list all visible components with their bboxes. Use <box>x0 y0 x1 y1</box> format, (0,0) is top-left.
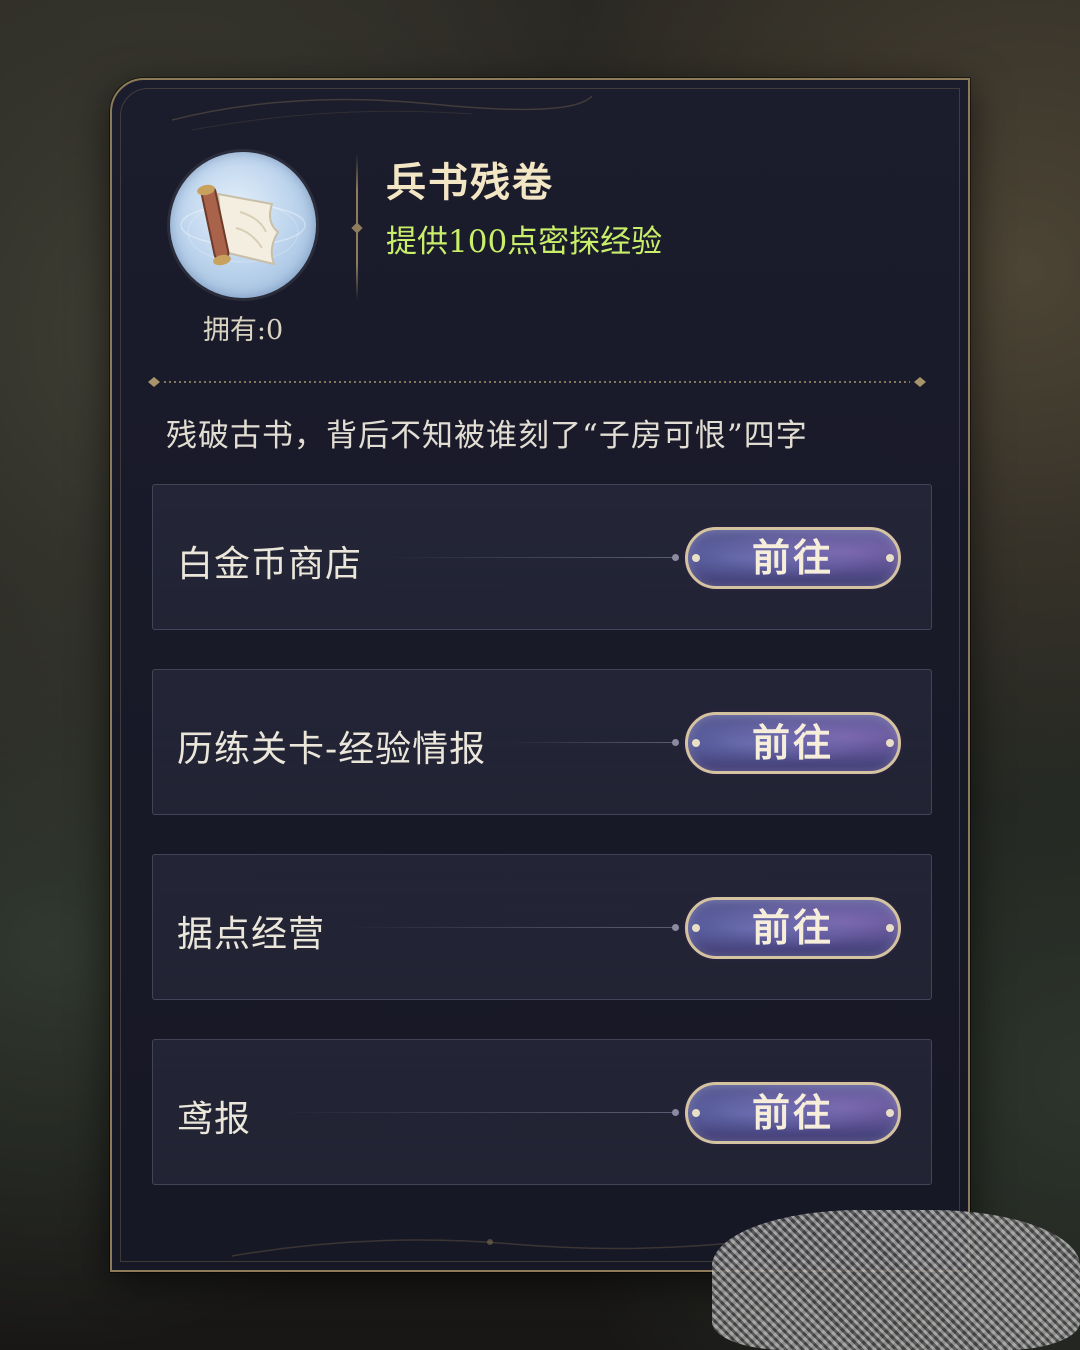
horizontal-divider <box>148 377 926 387</box>
item-title: 兵书残卷 <box>386 159 554 206</box>
source-row-stronghold: 据点经营 前往 <box>152 854 932 1000</box>
scroll-icon <box>170 152 316 298</box>
connector-dot-icon <box>672 924 679 931</box>
owned-count: 拥有:0 <box>202 315 284 346</box>
button-ornament-icon <box>886 554 894 562</box>
source-connector-line <box>347 927 677 928</box>
go-button-label: 前往 <box>751 905 834 950</box>
source-connector-line <box>277 1112 677 1113</box>
source-connector-line <box>509 742 677 743</box>
button-ornament-icon <box>692 1109 700 1117</box>
connector-dot-icon <box>672 554 679 561</box>
go-button-label: 前往 <box>751 1090 834 1135</box>
watermark-blur <box>712 1210 1080 1350</box>
item-effect: 提供100点密探经验 <box>386 224 663 260</box>
source-label: 据点经营 <box>177 914 326 955</box>
item-detail-panel: 拥有:0 兵书残卷 提供100点密探经验 残破古书，背后不知被谁刻了“子房可恨”… <box>110 78 970 1272</box>
button-ornament-icon <box>692 739 700 747</box>
source-row-platinum-shop: 白金币商店 前往 <box>152 484 932 630</box>
connector-dot-icon <box>672 739 679 746</box>
connector-dot-icon <box>672 1109 679 1116</box>
divider-diamond-icon <box>351 222 363 234</box>
button-ornament-icon <box>692 924 700 932</box>
go-button-kite-report[interactable]: 前往 <box>685 1082 901 1144</box>
source-row-training-stage: 历练关卡-经验情报 前往 <box>152 669 932 815</box>
button-ornament-icon <box>886 924 894 932</box>
source-row-kite-report: 鸢报 前往 <box>152 1039 932 1185</box>
button-ornament-icon <box>886 1109 894 1117</box>
item-description: 残破古书，背后不知被谁刻了“子房可恨”四字 <box>166 418 808 454</box>
go-button-platinum-shop[interactable]: 前往 <box>685 527 901 589</box>
go-button-stronghold[interactable]: 前往 <box>685 897 901 959</box>
button-ornament-icon <box>692 554 700 562</box>
go-button-label: 前往 <box>751 720 834 765</box>
panel-top-ornament <box>172 95 592 131</box>
panel-bottom-ornament <box>232 1235 792 1257</box>
source-label: 鸢报 <box>177 1099 252 1140</box>
button-ornament-icon <box>886 739 894 747</box>
source-label: 历练关卡-经验情报 <box>177 729 487 770</box>
go-button-training-stage[interactable]: 前往 <box>685 712 901 774</box>
source-label: 白金币商店 <box>177 544 363 585</box>
go-button-label: 前往 <box>751 535 834 580</box>
source-connector-line <box>383 557 677 558</box>
